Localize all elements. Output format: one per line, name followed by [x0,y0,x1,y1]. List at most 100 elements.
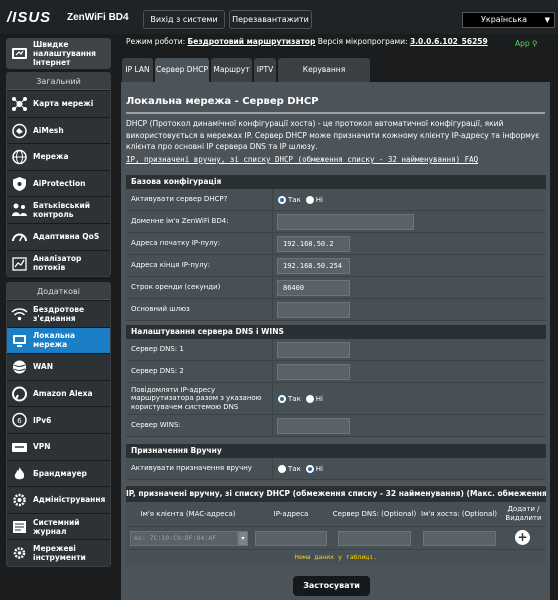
sidebar-item-network-map[interactable]: Карта мережі [7,90,110,117]
domain-name-input[interactable] [277,214,414,230]
row-gateway: Основний шлюз [126,299,546,321]
gateway-input[interactable] [277,302,350,318]
faq-link[interactable]: IP, призначені вручну, зі списку DHCP (о… [126,155,478,164]
sidebar-item-network[interactable]: Мережа [7,143,110,170]
general-menu: Загальний Карта мережі AiMesh Мережа AiP… [6,72,111,278]
tab-ip-lan[interactable]: IP LAN [122,58,153,82]
lan-icon [13,334,26,347]
tab-dhcp-server[interactable]: Сервер DHCP [155,58,209,82]
manual-yes-option[interactable]: Так [278,464,301,473]
dns2-input[interactable] [277,364,350,380]
advertise-no-option[interactable]: Ні [305,394,324,403]
advertise-yes-option[interactable]: Так [278,394,301,403]
dns1-label: Сервер DNS: 1 [131,345,184,354]
language-select[interactable]: Українська ▼ [462,12,555,28]
dhcp-yes-radio[interactable] [278,195,286,204]
vpn-icon [12,442,27,452]
manual-no-radio[interactable] [305,464,314,473]
dns1-input[interactable] [277,342,350,358]
wan-globe-icon [13,360,26,374]
app-label: App [515,39,530,48]
mac-address-input[interactable]: ex: 7C:10:C9:DF:84:AF [130,531,238,546]
dhcp-yes-option[interactable]: Так [278,195,301,204]
dhcp-no-radio[interactable] [305,195,314,204]
gateway-label: Основний шлюз [131,305,190,314]
advertise-no-label: Ні [315,394,324,403]
sidebar-item-label: Мережа [33,152,69,162]
sidebar-item-network-tools[interactable]: Мережеві інструменти [7,539,110,566]
advanced-title: Додаткові налаштування [7,283,110,313]
sidebar-item-wireless[interactable]: Бездротове з'єднання [7,300,110,327]
reboot-button[interactable]: Перезавантажити [229,10,312,29]
pool-start-input[interactable]: 192.168.50.2 [277,236,350,252]
network-tools-icon [13,547,26,560]
quick-setup-label: Швидке налаштування Інтернет [33,40,96,67]
gauge-icon [12,233,27,242]
app-link[interactable]: App ⚲ [515,39,538,48]
client-list-dropdown[interactable]: ▾ [238,531,248,546]
row-lease-time: Строк оренди (секунди) 86400 [126,277,546,299]
logout-button[interactable]: Вихід з системи [143,10,225,29]
pool-start-label: Адреса початку IP-пулу: [131,239,221,248]
row-advertise-router: Повідомляти IP-адресу маршрутизатора раз… [126,383,546,415]
manual-no-option[interactable]: Ні [305,464,324,473]
sidebar-item-label: Amazon Alexa [33,389,93,399]
row-domain-name: Доменне ім'я ZenWiFi BD4: [126,211,546,233]
sidebar-item-aimesh[interactable]: AiMesh [7,116,110,144]
sidebar-item-system-log[interactable]: Системний журнал [7,512,110,540]
add-icon[interactable]: + [515,530,530,545]
row-dns2: Сервер DNS: 2 [126,361,546,383]
firmware-link[interactable]: 3.0.0.6.102_56259 [410,37,488,46]
empty-table-message: Нема даних у таблиці. [126,550,546,565]
row-wins: Сервер WINS: [126,415,546,437]
main-panel: Локальна мережа - Сервер DHCP DHCP (Прот… [121,82,550,600]
sidebar-item-aiprotection[interactable]: AiProtection [7,169,110,197]
quick-setup-button[interactable]: Швидке налаштування Інтернет [6,38,111,69]
advertise-router-label: Повідомляти IP-адресу маршрутизатора раз… [131,385,262,411]
dhcp-yes-label: Так [288,195,301,204]
dhcp-no-option[interactable]: Ні [305,195,323,204]
enable-dhcp-label: Активувати сервер DHCP? [131,195,228,204]
sidebar-item-administration[interactable]: Адміністрування [7,486,110,513]
sidebar-item-label: Аналізатор потоків [33,254,82,273]
tab-iptv[interactable]: IPTV [254,58,276,82]
sidebar-item-label: IPv6 [33,415,52,425]
sidebar-item-lan[interactable]: Локальна мережа [7,326,110,354]
tab-route[interactable]: Маршрут [211,58,252,82]
apply-button[interactable]: Застосувати [293,576,370,596]
wins-label: Сервер WINS: [131,421,181,430]
sidebar-item-ipv6[interactable]: 6 IPv6 [7,406,110,433]
sidebar-item-label: Брандмауер [33,468,87,478]
sidebar-item-wan[interactable]: WAN [7,353,110,380]
hostname-input[interactable] [423,531,496,546]
tab-switch-control[interactable]: Керування комутатором [278,58,370,98]
quick-setup-icon [12,48,27,59]
asus-logo[interactable]: /ISUS [7,9,51,26]
manual-yes-radio[interactable] [278,464,286,473]
top-bar: /ISUS ZenWiFi BD4 Вихід з системи Переза… [0,0,558,34]
sidebar-item-adaptive-qos[interactable]: Адаптивна QoS [7,222,110,250]
page-description: DHCP (Протокол динамічної конфігурації х… [126,119,540,151]
lease-time-input[interactable]: 86400 [277,280,350,296]
sidebar-item-traffic-analyzer[interactable]: Аналізатор потоків [7,249,110,277]
wins-input[interactable] [277,418,350,434]
col-header-client: Ім'я клієнта (MAC-адреса) [140,509,236,518]
col-header-add-delete: Додати / Видалити [505,505,542,522]
advertise-yes-radio[interactable] [278,394,286,403]
mode-link[interactable]: Бездротовий маршрутизатор [188,37,316,46]
sidebar-item-parental-control[interactable]: Батьківський контроль [7,196,110,223]
manual-enable-radios: Так Ні [278,458,328,479]
enable-dhcp-radios: Так Ні [278,189,328,210]
sidebar-item-vpn[interactable]: VPN [7,432,110,460]
manual-no-label: Ні [315,464,324,473]
sidebar-item-alexa[interactable]: Amazon Alexa [7,379,110,407]
sidebar-item-label: Карта мережі [33,99,94,109]
firewall-icon [14,466,25,479]
advertise-no-radio[interactable] [305,394,314,403]
sidebar-item-firewall[interactable]: Брандмауер [7,459,110,487]
col-header-dns: Сервер DNS: (Optional) [332,509,417,518]
ip-address-input[interactable] [255,531,327,546]
pool-end-input[interactable]: 192.168.50.254 [277,258,350,274]
dns-server-input[interactable] [338,531,411,546]
sidebar-item-label: VPN [33,442,51,452]
